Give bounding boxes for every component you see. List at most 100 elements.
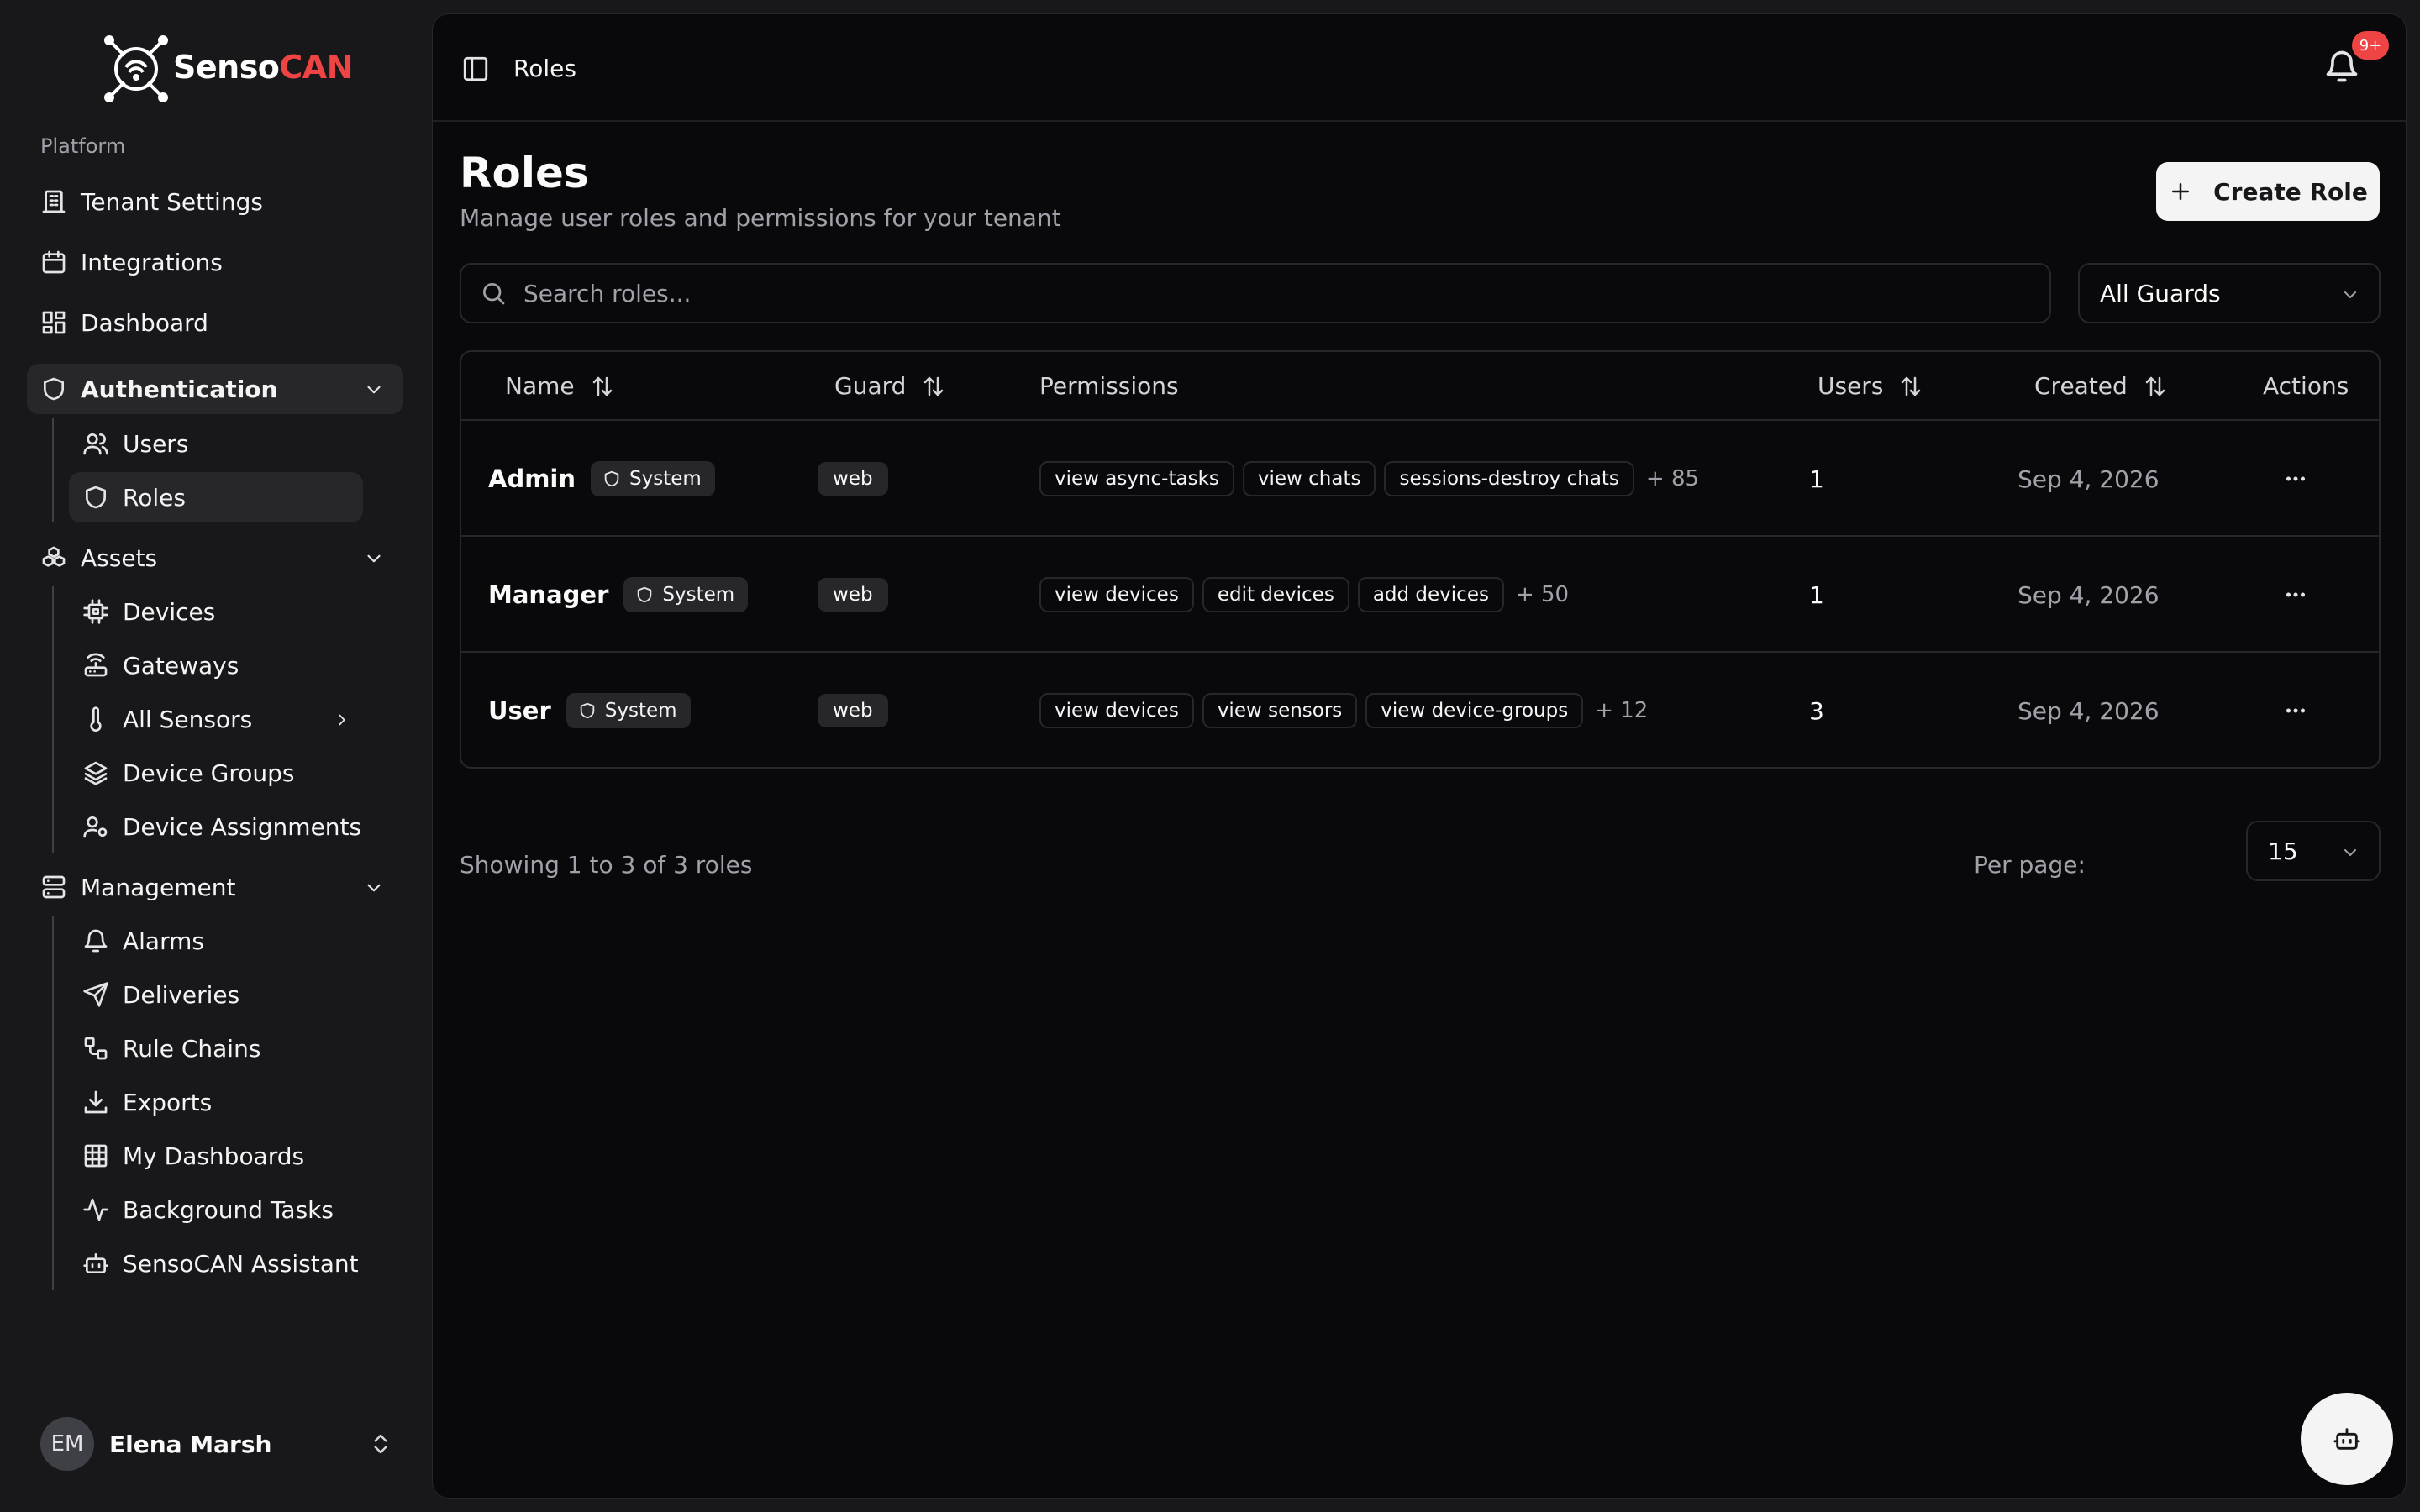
sensocan-logo[interactable]: SensoCAN [99, 32, 354, 104]
calendar-icon [42, 250, 66, 274]
sort-icon [924, 376, 944, 396]
sidebar-item-dashboard[interactable]: Dashboard [27, 297, 403, 348]
boxes-icon [42, 546, 66, 567]
sidebar-item-rule-chains[interactable]: Rule Chains [69, 1023, 363, 1074]
sidebar-item-all-sensors[interactable]: All Sensors [69, 694, 363, 744]
search-input[interactable] [523, 279, 2049, 307]
sidebar-item-management[interactable]: Management [27, 862, 403, 912]
users-count: 1 [1809, 465, 1824, 493]
sidebar-item-exports[interactable]: Exports [69, 1077, 363, 1127]
notification-badge: 9+ [2352, 31, 2389, 60]
permission-tag: add devices [1357, 577, 1504, 612]
created-cell: Sep 4, 2026 [2018, 653, 2160, 767]
permissions-cell: view devices edit devices add devices + … [1039, 537, 1569, 653]
sort-icon [592, 376, 612, 396]
column-guard-header[interactable]: Guard [834, 372, 946, 400]
column-label: Permissions [1039, 372, 1179, 400]
sidebar-item-gateways[interactable]: Gateways [69, 640, 363, 690]
permission-tag: view device-groups [1365, 693, 1584, 728]
column-users-header[interactable]: Users [1818, 372, 1923, 400]
permissions-cell: view devices view sensors view device-gr… [1039, 653, 1649, 767]
shield-icon [638, 586, 652, 603]
column-label: Actions [2263, 372, 2349, 400]
table-header: Name Guard Permissions Users Created Act… [461, 352, 2379, 421]
permission-tag: view devices [1039, 693, 1194, 728]
sidebar-item-my-dashboards[interactable]: My Dashboards [69, 1131, 363, 1181]
table-row[interactable]: Admin System web view async-tasks view c… [461, 421, 2379, 537]
platform-group-label: Platform [40, 134, 126, 158]
more-permissions-count: + 50 [1515, 582, 1570, 607]
more-permissions-count: + 12 [1595, 698, 1649, 723]
more-horizontal-icon[interactable] [2281, 580, 2310, 609]
sidebar-item-label: Users [123, 429, 189, 458]
thermometer-icon [90, 706, 102, 732]
actions-cell [2281, 421, 2310, 537]
guard-badge: web [818, 462, 888, 496]
role-name: Manager [488, 580, 609, 609]
table-row[interactable]: Manager System web view devices edit dev… [461, 537, 2379, 653]
column-name-header[interactable]: Name [505, 372, 615, 400]
sidebar-item-label: Exports [123, 1088, 213, 1116]
role-name-cell: User System [488, 653, 691, 767]
table-row[interactable]: User System web view devices view sensor… [461, 653, 2379, 767]
roles-table: Name Guard Permissions Users Created Act… [460, 350, 2381, 769]
sidebar-item-authentication[interactable]: Authentication [27, 364, 403, 414]
role-name-cell: Manager System [488, 537, 749, 653]
sidebar-item-label: All Sensors [123, 705, 253, 733]
sidebar-item-assistant[interactable]: SensoCAN Assistant [69, 1238, 363, 1289]
role-name: User [488, 696, 551, 725]
more-horizontal-icon[interactable] [2281, 465, 2310, 493]
column-label: Created [2034, 372, 2128, 400]
guard-cell: web [818, 421, 888, 537]
logo-text: SensoCAN [173, 49, 354, 86]
breadcrumb: Roles [513, 55, 576, 82]
sidebar-item-users[interactable]: Users [69, 418, 363, 469]
workflow-icon [84, 1037, 108, 1060]
chevron-down-icon [2344, 849, 2356, 856]
create-role-button[interactable]: Create Role [2156, 162, 2380, 221]
sidebar-item-integrations[interactable]: Integrations [27, 237, 403, 287]
server-icon [42, 875, 66, 899]
nav-tree-line [52, 586, 54, 853]
created-cell: Sep 4, 2026 [2018, 421, 2160, 537]
pagination-summary: Showing 1 to 3 of 3 roles [460, 851, 753, 879]
created-date: Sep 4, 2026 [2018, 465, 2160, 493]
sidebar-item-label: Device Assignments [123, 812, 362, 841]
sidebar-item-devices[interactable]: Devices [69, 586, 363, 637]
more-permissions-count: + 85 [1645, 466, 1700, 491]
more-horizontal-icon[interactable] [2281, 696, 2310, 725]
sidebar-item-roles[interactable]: Roles [69, 472, 363, 522]
created-date: Sep 4, 2026 [2018, 696, 2160, 725]
guard-filter-select[interactable]: All Guards [2078, 263, 2381, 323]
system-badge: System [623, 577, 749, 612]
user-menu[interactable]: EM Elena Marsh [40, 1416, 393, 1472]
sidebar-item-label: Gateways [123, 651, 239, 680]
sidebar-item-device-groups[interactable]: Device Groups [69, 748, 363, 798]
permission-tag: view sensors [1202, 693, 1358, 728]
sidebar-item-deliveries[interactable]: Deliveries [69, 969, 363, 1020]
router-icon [84, 653, 108, 677]
sidebar-item-alarms[interactable]: Alarms [69, 916, 363, 966]
logo-icon [104, 35, 168, 102]
sidebar-item-label: Device Groups [123, 759, 295, 787]
sidebar-item-label: Assets [81, 543, 158, 572]
sidebar-item-assets[interactable]: Assets [27, 533, 403, 583]
nav-tree-line [52, 418, 54, 522]
sidebar-toggle-icon[interactable] [461, 55, 490, 83]
role-name-cell: Admin System [488, 421, 715, 537]
per-page-select[interactable]: 15 [2246, 821, 2381, 881]
sidebar-item-device-assignments[interactable]: Device Assignments [69, 801, 363, 852]
permission-tag: view devices [1039, 577, 1194, 612]
guard-filter-value: All Guards [2100, 279, 2221, 307]
column-label: Users [1818, 372, 1884, 400]
chevron-right-icon [339, 714, 345, 726]
column-created-header[interactable]: Created [2034, 372, 2168, 400]
assistant-chat-button[interactable] [2301, 1393, 2393, 1485]
guard-badge: web [818, 578, 888, 612]
sidebar-item-label: Deliveries [123, 980, 240, 1009]
shield-icon [580, 702, 595, 719]
sidebar-item-tenant-settings[interactable]: Tenant Settings [27, 176, 403, 227]
bot-icon [2333, 1428, 2360, 1450]
sidebar-item-background-tasks[interactable]: Background Tasks [69, 1184, 363, 1235]
search-box [460, 263, 2051, 323]
